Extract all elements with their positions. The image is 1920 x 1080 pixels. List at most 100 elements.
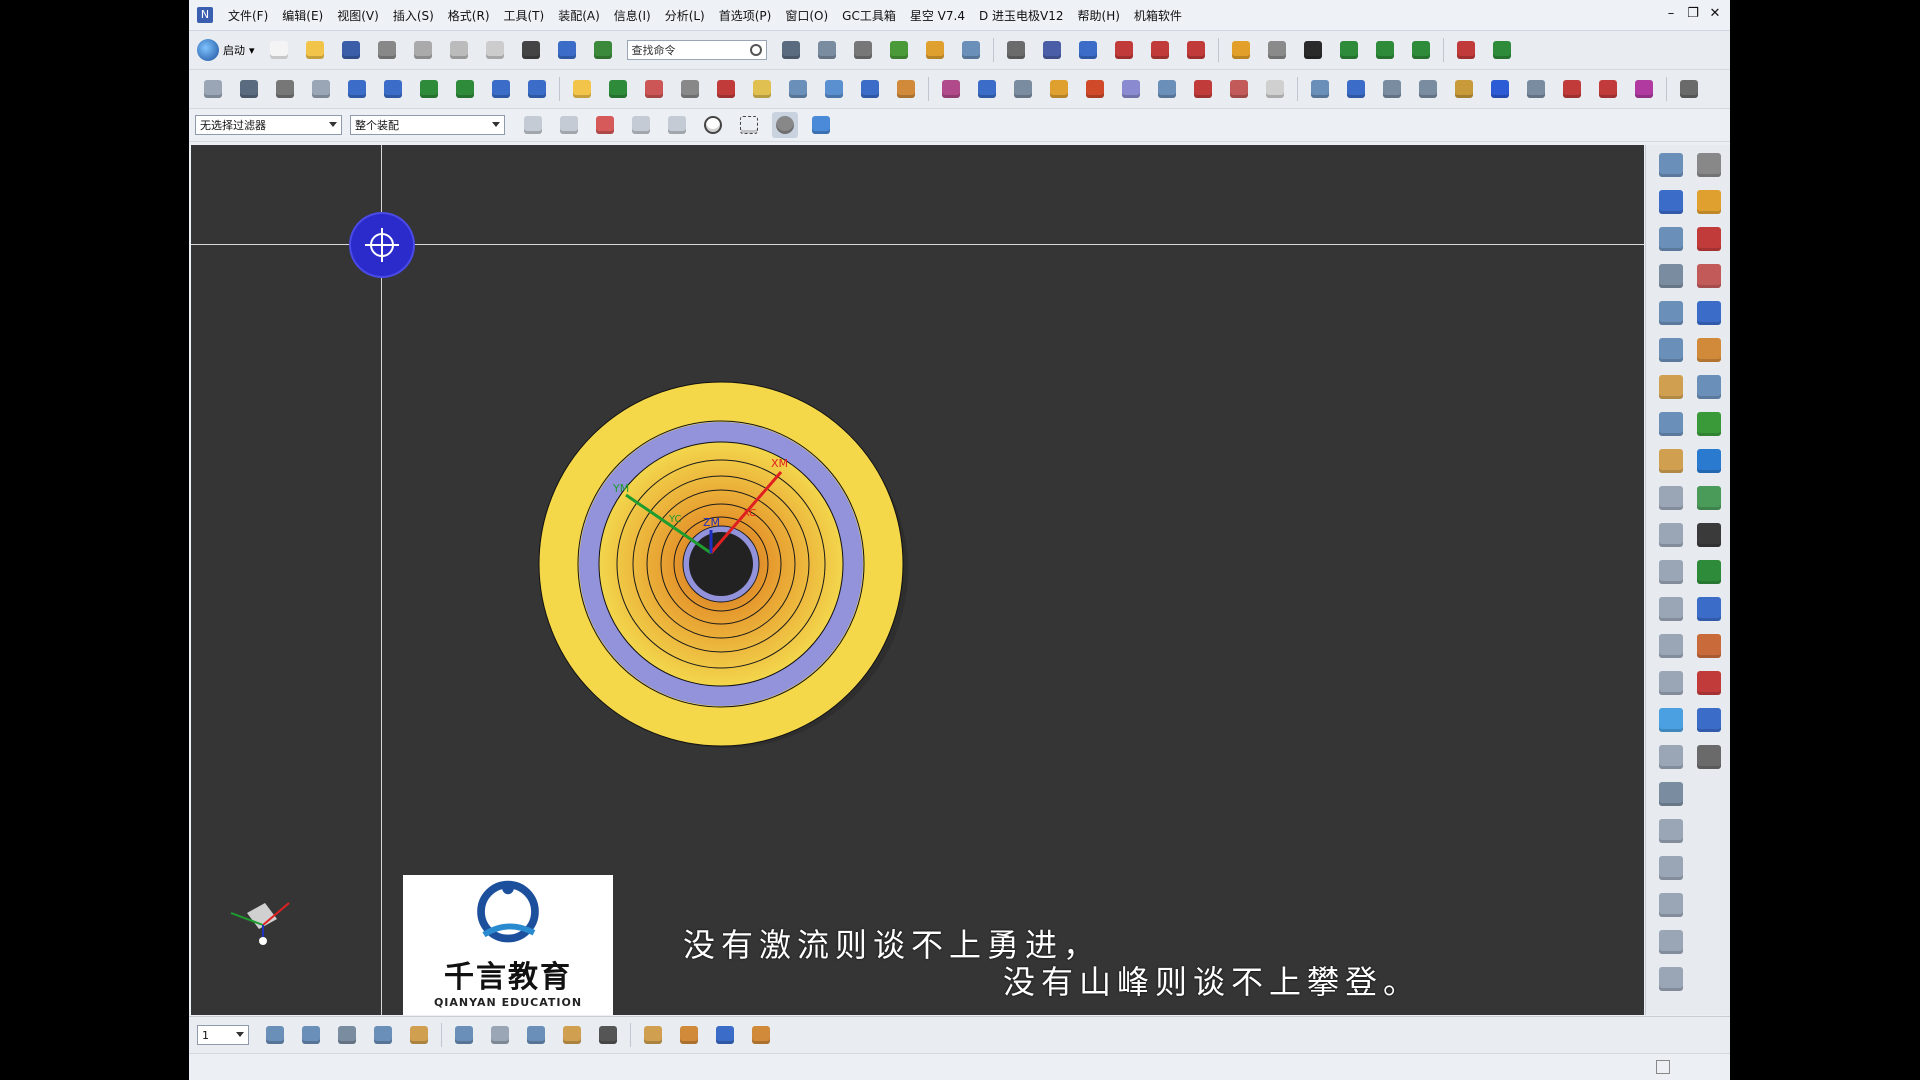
bottom-tool-button[interactable] bbox=[748, 1022, 774, 1048]
menu-item[interactable]: 窗口(O) bbox=[778, 7, 835, 24]
resource-tab-icon[interactable] bbox=[1659, 412, 1683, 436]
resource-tab-icon[interactable] bbox=[1697, 227, 1721, 251]
minimize-button[interactable]: – bbox=[1664, 6, 1678, 21]
feature-tool-button[interactable] bbox=[713, 76, 739, 102]
toolbar-tool-button[interactable] bbox=[302, 37, 328, 63]
filter-reset-button[interactable] bbox=[520, 112, 546, 138]
bottom-tool-button[interactable] bbox=[712, 1022, 738, 1048]
resource-tab-icon[interactable] bbox=[1697, 338, 1721, 362]
resource-tab-icon[interactable] bbox=[1697, 708, 1721, 732]
feature-tool-button[interactable] bbox=[344, 76, 370, 102]
bottom-tool-button[interactable] bbox=[559, 1022, 585, 1048]
resource-tab-icon[interactable] bbox=[1697, 597, 1721, 621]
feature-tool-button[interactable] bbox=[569, 76, 595, 102]
menu-item[interactable]: 装配(A) bbox=[551, 7, 607, 24]
feature-tool-button[interactable] bbox=[605, 76, 631, 102]
menu-item[interactable]: 文件(F) bbox=[221, 7, 275, 24]
resource-tab-icon[interactable] bbox=[1697, 671, 1721, 695]
feature-tool-button[interactable] bbox=[1226, 76, 1252, 102]
toolbar-tool-button[interactable] bbox=[554, 37, 580, 63]
snap-center-button[interactable] bbox=[700, 112, 726, 138]
bottom-tool-button[interactable] bbox=[640, 1022, 666, 1048]
graphics-viewport[interactable]: XM YM ZM XC YC 千言教育 QIANYAN EDUCATION 没有… bbox=[191, 145, 1644, 1015]
toolbar-tool-button[interactable] bbox=[1075, 37, 1101, 63]
feature-tool-button[interactable] bbox=[200, 76, 226, 102]
toolbar-tool-button[interactable] bbox=[446, 37, 472, 63]
toolbar-tool-button[interactable] bbox=[886, 37, 912, 63]
feature-tool-button[interactable] bbox=[821, 76, 847, 102]
resource-tab-icon[interactable] bbox=[1659, 264, 1683, 288]
toolbar-tool-button[interactable] bbox=[338, 37, 364, 63]
resource-tab-icon[interactable] bbox=[1697, 153, 1721, 177]
close-button[interactable]: ✕ bbox=[1708, 6, 1722, 21]
toolbar-tool-button[interactable] bbox=[778, 37, 804, 63]
feature-tool-button[interactable] bbox=[1307, 76, 1333, 102]
feature-tool-button[interactable] bbox=[1010, 76, 1036, 102]
feature-tool-button[interactable] bbox=[1487, 76, 1513, 102]
resource-tab-icon[interactable] bbox=[1659, 486, 1683, 510]
toolbar-tool-button[interactable] bbox=[1300, 37, 1326, 63]
toolbar-tool-button[interactable] bbox=[590, 37, 616, 63]
feature-tool-button[interactable] bbox=[1190, 76, 1216, 102]
toolbar-tool-button[interactable] bbox=[1147, 37, 1173, 63]
menu-item[interactable]: 机箱软件 bbox=[1127, 7, 1189, 24]
resource-tab-icon[interactable] bbox=[1697, 264, 1721, 288]
resource-tab-icon[interactable] bbox=[1659, 930, 1683, 954]
feature-tool-button[interactable] bbox=[524, 76, 550, 102]
resource-tab-icon[interactable] bbox=[1697, 412, 1721, 436]
resource-tab-icon[interactable] bbox=[1659, 819, 1683, 843]
feature-tool-button[interactable] bbox=[785, 76, 811, 102]
feature-tool-button[interactable] bbox=[1676, 76, 1702, 102]
feature-tool-button[interactable] bbox=[308, 76, 334, 102]
feature-tool-button[interactable] bbox=[749, 76, 775, 102]
feature-tool-button[interactable] bbox=[1379, 76, 1405, 102]
restore-button[interactable]: ❐ bbox=[1686, 6, 1700, 21]
bottom-tool-button[interactable] bbox=[334, 1022, 360, 1048]
resource-tab-icon[interactable] bbox=[1697, 560, 1721, 584]
feature-tool-button[interactable] bbox=[677, 76, 703, 102]
resource-tab-icon[interactable] bbox=[1659, 745, 1683, 769]
feature-tool-button[interactable] bbox=[857, 76, 883, 102]
feature-tool-button[interactable] bbox=[1595, 76, 1621, 102]
toolbar-tool-button[interactable] bbox=[958, 37, 984, 63]
toolbar-tool-button[interactable] bbox=[1453, 37, 1479, 63]
menu-item[interactable]: 编辑(E) bbox=[275, 7, 330, 24]
toolbar-tool-button[interactable] bbox=[1111, 37, 1137, 63]
menu-item[interactable]: 星空 V7.4 bbox=[903, 7, 972, 24]
feature-tool-button[interactable] bbox=[272, 76, 298, 102]
toolbar-tool-button[interactable] bbox=[1003, 37, 1029, 63]
feature-tool-button[interactable] bbox=[1082, 76, 1108, 102]
resource-tab-icon[interactable] bbox=[1659, 967, 1683, 991]
feature-tool-button[interactable] bbox=[1631, 76, 1657, 102]
scope-dropdown[interactable]: 整个装配 bbox=[350, 115, 505, 135]
feature-tool-button[interactable] bbox=[416, 76, 442, 102]
resource-tab-icon[interactable] bbox=[1659, 227, 1683, 251]
bottom-tool-button[interactable] bbox=[451, 1022, 477, 1048]
feature-tool-button[interactable] bbox=[236, 76, 262, 102]
toolbar-tool-button[interactable] bbox=[1228, 37, 1254, 63]
feature-tool-button[interactable] bbox=[1154, 76, 1180, 102]
resource-tab-icon[interactable] bbox=[1659, 560, 1683, 584]
menu-item[interactable]: GC工具箱 bbox=[835, 7, 903, 24]
resource-tab-icon[interactable] bbox=[1659, 153, 1683, 177]
resource-tab-icon[interactable] bbox=[1659, 301, 1683, 325]
resource-tab-icon[interactable] bbox=[1697, 745, 1721, 769]
resource-tab-icon[interactable] bbox=[1697, 190, 1721, 214]
toolbar-tool-button[interactable] bbox=[1039, 37, 1065, 63]
resource-tab-icon[interactable] bbox=[1697, 301, 1721, 325]
menu-item[interactable]: 帮助(H) bbox=[1071, 7, 1127, 24]
resource-tab-icon[interactable] bbox=[1659, 634, 1683, 658]
feature-tool-button[interactable] bbox=[1451, 76, 1477, 102]
toolbar-tool-button[interactable] bbox=[1264, 37, 1290, 63]
ring-part-model[interactable]: XM YM ZM XC YC bbox=[531, 370, 911, 750]
feature-tool-button[interactable] bbox=[938, 76, 964, 102]
app-icon[interactable]: N bbox=[197, 7, 213, 23]
toolbar-tool-button[interactable] bbox=[850, 37, 876, 63]
start-button[interactable]: 启动 ▾ bbox=[197, 39, 255, 61]
resource-tab-icon[interactable] bbox=[1659, 449, 1683, 473]
resource-tab-icon[interactable] bbox=[1697, 486, 1721, 510]
menu-item[interactable]: 分析(L) bbox=[658, 7, 712, 24]
select-all-button[interactable] bbox=[556, 112, 582, 138]
bottom-tool-button[interactable] bbox=[262, 1022, 288, 1048]
feature-tool-button[interactable] bbox=[974, 76, 1000, 102]
